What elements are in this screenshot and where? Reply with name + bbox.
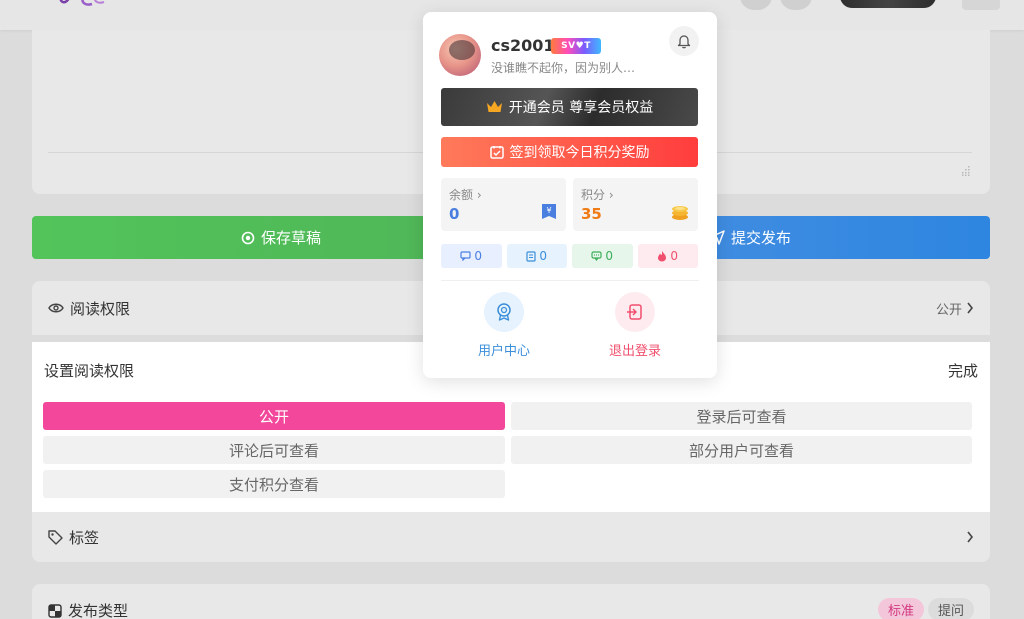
submit-publish-label: 提交发布: [731, 229, 792, 247]
svg-text:¥: ¥: [546, 206, 551, 215]
post-count[interactable]: 0: [506, 244, 567, 268]
header-icon-button[interactable]: [780, 0, 812, 10]
grid-icon: [48, 603, 62, 618]
avatar[interactable]: [439, 34, 481, 76]
activity-counts: 0 0 0 0: [441, 244, 698, 268]
tag-icon: [48, 529, 63, 545]
option-comment-required[interactable]: 评论后可查看: [43, 436, 505, 464]
points-card[interactable]: 积分 › 35: [573, 178, 698, 231]
tab-question[interactable]: 提问: [927, 598, 974, 619]
notification-button[interactable]: [669, 26, 699, 56]
option-public[interactable]: 公开: [43, 402, 505, 430]
chevron-right-icon: [967, 302, 974, 314]
hot-count-value: 0: [670, 249, 679, 263]
read-permission-value: 公开: [935, 302, 962, 318]
crown-icon: [486, 101, 502, 112]
done-button[interactable]: 完成: [948, 360, 978, 381]
user-signature: 没谁瞧不起你，因为别人…: [491, 61, 636, 75]
chevron-right-icon: [967, 531, 974, 543]
balance-card[interactable]: 余额 › 0 ¥: [441, 178, 566, 231]
header-menu-button[interactable]: [962, 0, 1000, 10]
option-login-required[interactable]: 登录后可查看: [511, 402, 972, 430]
publish-type-row: 发布类型 标准 提问: [32, 584, 990, 619]
open-vip-label: 开通会员 尊享会员权益: [508, 100, 654, 116]
tab-standard[interactable]: 标准: [877, 598, 924, 619]
resize-grip-icon[interactable]: [960, 166, 970, 176]
open-vip-button[interactable]: 开通会员 尊享会员权益: [441, 88, 698, 126]
comment-icon: [460, 251, 472, 261]
comment-count-value: 0: [474, 249, 483, 263]
logout-icon: [627, 304, 642, 320]
points-value: 35: [581, 205, 602, 223]
header-icon-button[interactable]: [740, 0, 772, 10]
eye-icon: [48, 303, 64, 313]
points-label: 积分 ›: [581, 188, 614, 202]
coins-icon: [672, 206, 688, 220]
permission-panel-title: 设置阅读权限: [44, 362, 135, 380]
user-center-label: 用户中心: [477, 344, 530, 359]
balance-label: 余额 ›: [449, 188, 482, 202]
user-center-button[interactable]: 用户中心: [464, 292, 544, 359]
tags-label: 标签: [69, 528, 100, 547]
site-logo[interactable]: [52, 0, 112, 18]
target-icon: [241, 231, 255, 244]
publish-type-label: 发布类型: [68, 602, 129, 619]
user-dropdown-menu: cs2001 SV♥T 没谁瞧不起你，因为别人… 开通会员 尊享会员权益 签到领…: [423, 12, 717, 378]
sign-in-reward-label: 签到领取今日积分奖励: [509, 145, 650, 161]
message-count[interactable]: 0: [572, 244, 633, 268]
header-avatar-pill[interactable]: [840, 0, 936, 8]
balance-value: 0: [449, 205, 460, 223]
wallet-icon: ¥: [542, 204, 556, 219]
post-count-value: 0: [539, 249, 548, 263]
vip-badge: SV♥T: [551, 38, 601, 54]
award-icon: [497, 303, 511, 321]
message-icon: [591, 251, 603, 261]
logout-button[interactable]: 退出登录: [595, 292, 675, 359]
save-draft-label: 保存草稿: [260, 229, 321, 247]
hot-count[interactable]: 0: [637, 244, 698, 268]
comment-count[interactable]: 0: [441, 244, 502, 268]
option-some-users[interactable]: 部分用户可查看: [511, 436, 972, 464]
post-icon: [526, 250, 537, 262]
menu-divider: [441, 280, 699, 281]
message-count-value: 0: [605, 249, 614, 263]
sign-in-reward-button[interactable]: 签到领取今日积分奖励: [441, 137, 698, 167]
username: cs2001: [491, 36, 555, 55]
bell-icon: [677, 34, 691, 48]
calendar-check-icon: [489, 146, 504, 159]
fire-icon: [658, 251, 667, 262]
option-pay-points[interactable]: 支付积分查看: [43, 470, 505, 498]
tags-row[interactable]: 标签: [32, 512, 990, 562]
read-permission-label: 阅读权限: [70, 299, 131, 318]
logout-label: 退出登录: [608, 344, 661, 359]
